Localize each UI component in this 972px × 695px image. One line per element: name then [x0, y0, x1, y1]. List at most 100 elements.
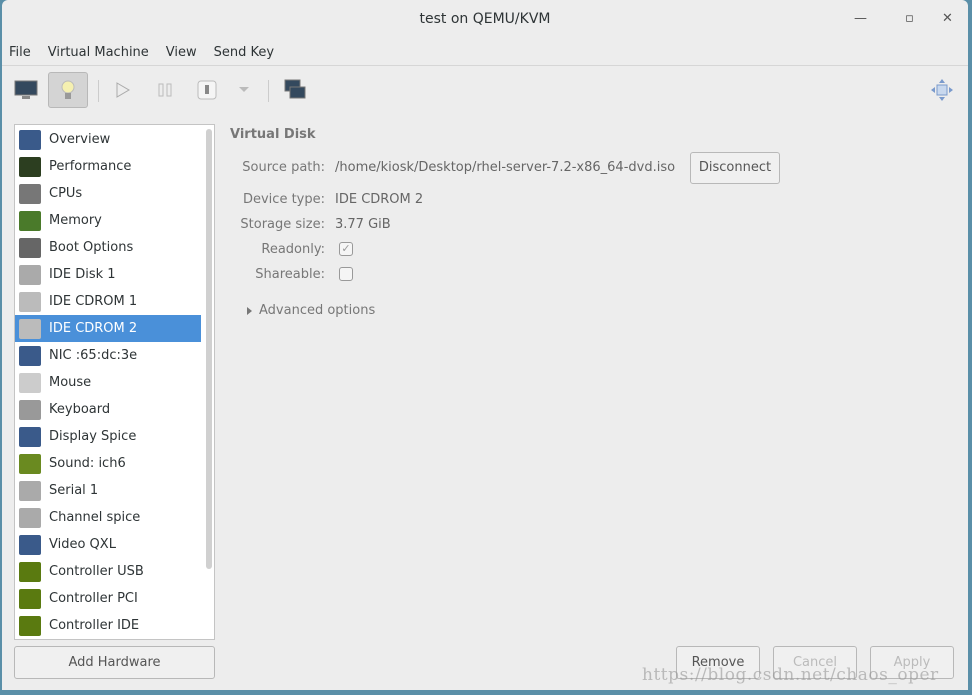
- sidebar-item[interactable]: Controller IDE: [15, 612, 201, 639]
- shareable-checkbox[interactable]: [339, 267, 353, 281]
- sidebar-item[interactable]: Serial 1: [15, 477, 201, 504]
- maximize-button[interactable]: ▫: [905, 0, 914, 38]
- hardware-icon: [19, 507, 41, 528]
- sidebar-item-label: Mouse: [49, 375, 92, 390]
- device-type-value: IDE CDROM 2: [335, 192, 424, 207]
- power-icon: [197, 80, 217, 100]
- add-hardware-button[interactable]: Add Hardware: [14, 646, 215, 679]
- sidebar-item-label: Performance: [49, 159, 132, 174]
- hardware-icon: [19, 534, 41, 555]
- sidebar-item-label: Serial 1: [49, 483, 99, 498]
- sidebar-item[interactable]: IDE CDROM 1: [15, 288, 201, 315]
- menu-file[interactable]: File: [9, 40, 31, 65]
- hardware-icon: [19, 129, 41, 150]
- fullscreen-button[interactable]: [922, 72, 962, 108]
- hardware-icon: [19, 426, 41, 447]
- sidebar-item[interactable]: Overview: [15, 126, 201, 153]
- section-title: Virtual Disk: [230, 127, 316, 142]
- sidebar-item[interactable]: Memory: [15, 207, 201, 234]
- sidebar-item-label: Display Spice: [49, 429, 137, 444]
- sidebar-item-label: Video QXL: [49, 537, 116, 552]
- hardware-icon: [19, 318, 41, 339]
- sidebar-item[interactable]: IDE Disk 1: [15, 261, 201, 288]
- sidebar-item-label: Memory: [49, 213, 102, 228]
- hardware-icon: [19, 210, 41, 231]
- menu-bar: File Virtual Machine View Send Key: [2, 40, 968, 66]
- monitor-icon: [14, 80, 38, 99]
- sidebar-item-label: Controller USB: [49, 564, 144, 579]
- expander-arrow-icon: [247, 306, 252, 315]
- shutdown-menu-button[interactable]: [224, 72, 264, 108]
- fullscreen-icon: [931, 79, 953, 101]
- hardware-icon: [19, 561, 41, 582]
- storage-size-label: Storage size:: [240, 217, 325, 232]
- sidebar-item[interactable]: CPUs: [15, 180, 201, 207]
- hardware-icon: [19, 237, 41, 258]
- advanced-options-expander[interactable]: Advanced options: [245, 303, 375, 318]
- readonly-label: Readonly:: [261, 242, 325, 257]
- sidebar-item[interactable]: Keyboard: [15, 396, 201, 423]
- play-icon: [116, 82, 130, 98]
- sidebar-item-label: IDE Disk 1: [49, 267, 116, 282]
- remove-button[interactable]: Remove: [676, 646, 760, 679]
- list-scrollbar[interactable]: [206, 129, 212, 569]
- hardware-icon: [19, 372, 41, 393]
- sidebar-item-label: CPUs: [49, 186, 83, 201]
- sidebar-item-label: IDE CDROM 1: [49, 294, 138, 309]
- sidebar-item[interactable]: Video QXL: [15, 531, 201, 558]
- main-window: test on QEMU/KVM — ▫ ✕ File Virtual Mach…: [2, 0, 968, 690]
- sidebar-item[interactable]: NIC :65:dc:3e: [15, 342, 201, 369]
- window-title: test on QEMU/KVM: [419, 11, 551, 27]
- shareable-label: Shareable:: [255, 267, 325, 282]
- hardware-icon: [19, 615, 41, 636]
- sidebar-item[interactable]: Controller PCI: [15, 585, 201, 612]
- shutdown-button[interactable]: [187, 72, 227, 108]
- menu-view[interactable]: View: [166, 40, 197, 65]
- screenshot-icon: [284, 79, 306, 99]
- hardware-list: Overview Performance CPUs Memory Boot Option…: [14, 124, 215, 640]
- minimize-button[interactable]: —: [854, 0, 867, 38]
- cancel-button[interactable]: Cancel: [773, 646, 857, 679]
- hardware-icon: [19, 399, 41, 420]
- sidebar-item[interactable]: IDE CDROM 2: [15, 315, 201, 342]
- hardware-icon: [19, 156, 41, 177]
- close-button[interactable]: ✕: [942, 0, 953, 38]
- menu-send-key[interactable]: Send Key: [214, 40, 274, 65]
- hardware-icon: [19, 183, 41, 204]
- hardware-icon: [19, 480, 41, 501]
- details-button[interactable]: [48, 72, 88, 108]
- sidebar-item[interactable]: Performance: [15, 153, 201, 180]
- menu-virtual-machine[interactable]: Virtual Machine: [48, 40, 149, 65]
- console-button[interactable]: [6, 72, 46, 108]
- hardware-icon: [19, 345, 41, 366]
- hardware-icon: [19, 264, 41, 285]
- hardware-icon: [19, 291, 41, 312]
- title-bar: test on QEMU/KVM — ▫ ✕: [2, 0, 968, 38]
- sidebar-item-label: Sound: ich6: [49, 456, 126, 471]
- sidebar-item[interactable]: Boot Options: [15, 234, 201, 261]
- sidebar-item[interactable]: Mouse: [15, 369, 201, 396]
- sidebar-item[interactable]: Display Spice: [15, 423, 201, 450]
- source-path-label: Source path:: [242, 160, 325, 175]
- disconnect-button[interactable]: Disconnect: [690, 152, 780, 184]
- sidebar-item-label: Channel spice: [49, 510, 141, 525]
- pause-icon: [158, 83, 172, 97]
- source-path-value: /home/kiosk/Desktop/rhel-server-7.2-x86_…: [335, 160, 676, 175]
- advanced-options-label: Advanced options: [259, 303, 376, 318]
- sidebar-item-label: Boot Options: [49, 240, 134, 255]
- pause-button[interactable]: [145, 72, 185, 108]
- sidebar-item-label: Keyboard: [49, 402, 111, 417]
- dropdown-arrow-icon: [239, 87, 249, 92]
- sidebar-item[interactable]: Channel spice: [15, 504, 201, 531]
- run-button[interactable]: [103, 72, 143, 108]
- sidebar-item-label: IDE CDROM 2: [49, 321, 138, 336]
- sidebar-item[interactable]: Sound: ich6: [15, 450, 201, 477]
- sidebar-item[interactable]: Controller USB: [15, 558, 201, 585]
- apply-button[interactable]: Apply: [870, 646, 954, 679]
- sidebar-item-label: Overview: [49, 132, 111, 147]
- hardware-icon: [19, 588, 41, 609]
- sidebar-item-label: Controller PCI: [49, 591, 138, 606]
- readonly-checkbox[interactable]: ✓: [339, 242, 353, 256]
- screenshot-button[interactable]: [275, 72, 315, 108]
- sidebar-item-label: NIC :65:dc:3e: [49, 348, 138, 363]
